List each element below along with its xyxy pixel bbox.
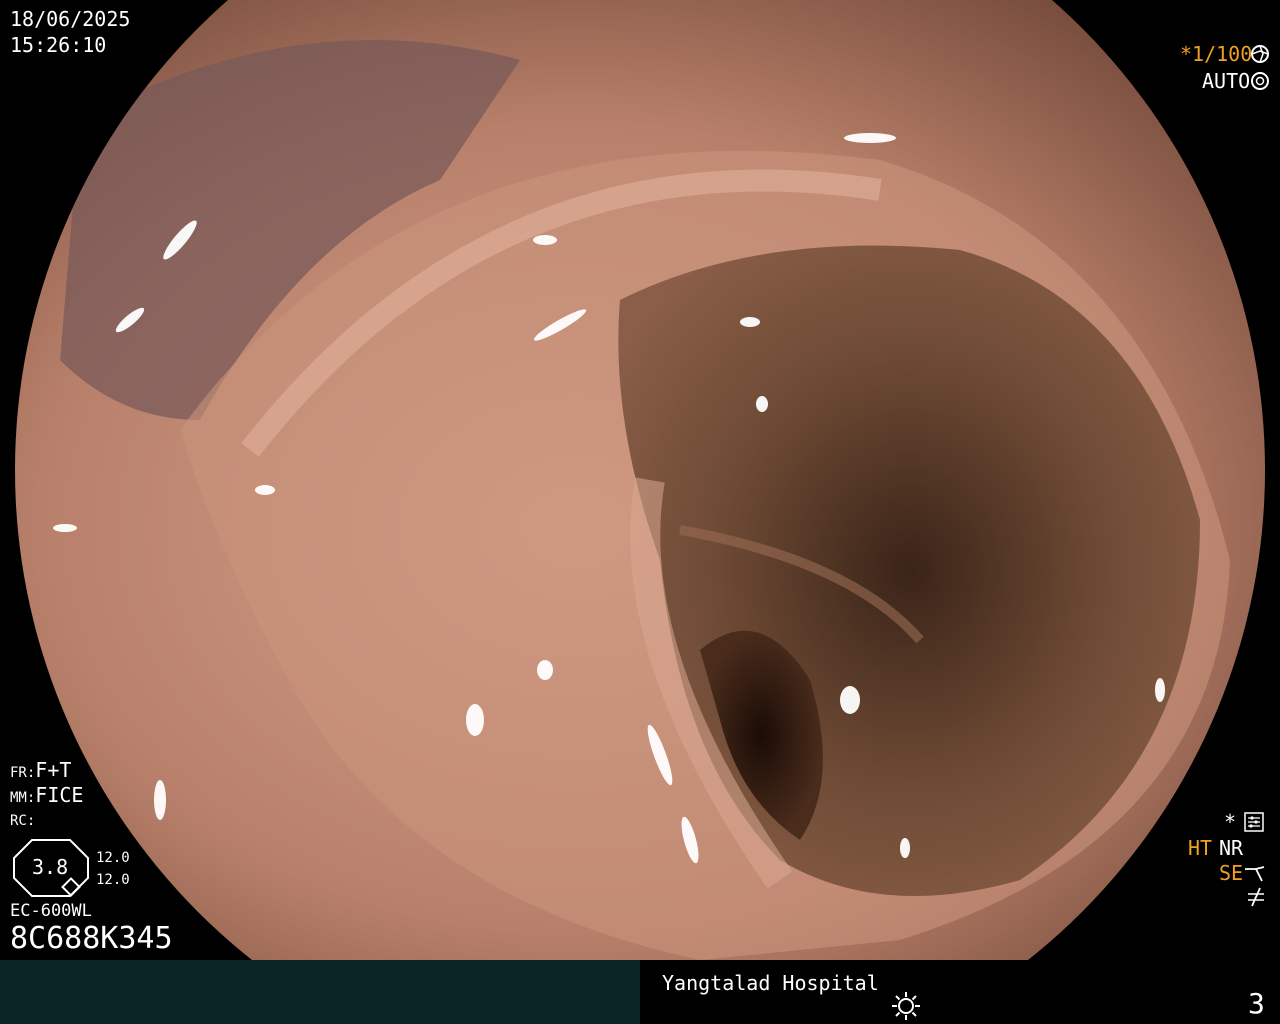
mm-label: MM:: [10, 790, 36, 806]
scale-bottom: 12.0: [96, 872, 130, 888]
fr-setting: FR:F+T: [10, 760, 71, 780]
se-indicator: SE: [1219, 861, 1244, 885]
mm-setting: MM:FICE: [10, 785, 83, 805]
aperture-icon: [1250, 44, 1270, 64]
shutter-speed: *1/100: [1180, 42, 1253, 66]
scale-top: 12.0: [96, 850, 130, 866]
signal-off-icon: [1246, 886, 1266, 908]
time-text: 15:26:10: [10, 33, 107, 57]
hospital-name: Yangtalad Hospital: [662, 971, 879, 995]
nr-indicator: NR: [1219, 836, 1244, 860]
scope-model: EC-600WL: [10, 901, 92, 921]
fr-label: FR:: [10, 765, 36, 781]
date-text: 18/06/2025: [10, 7, 131, 31]
mm-value: FICE: [35, 783, 84, 807]
edge-enhance-icon: [1244, 863, 1266, 883]
ht-indicator: HT: [1188, 836, 1213, 860]
settings-sliders-icon: [1244, 812, 1264, 832]
sun-icon: [890, 990, 922, 1022]
rc-label: RC:: [10, 813, 36, 829]
settings-star: *: [1224, 810, 1237, 834]
zoom-value: 3.8: [32, 855, 69, 879]
camera-lens-icon: [1250, 71, 1270, 91]
fr-value: F+T: [35, 758, 72, 782]
zoom-indicator: 3.8: [12, 838, 92, 898]
endoscopy-view: [15, 0, 1265, 960]
scope-serial: 8C688K345: [10, 921, 173, 956]
image-number: 3: [1248, 987, 1265, 1020]
exposure-mode: AUTO: [1202, 69, 1251, 93]
